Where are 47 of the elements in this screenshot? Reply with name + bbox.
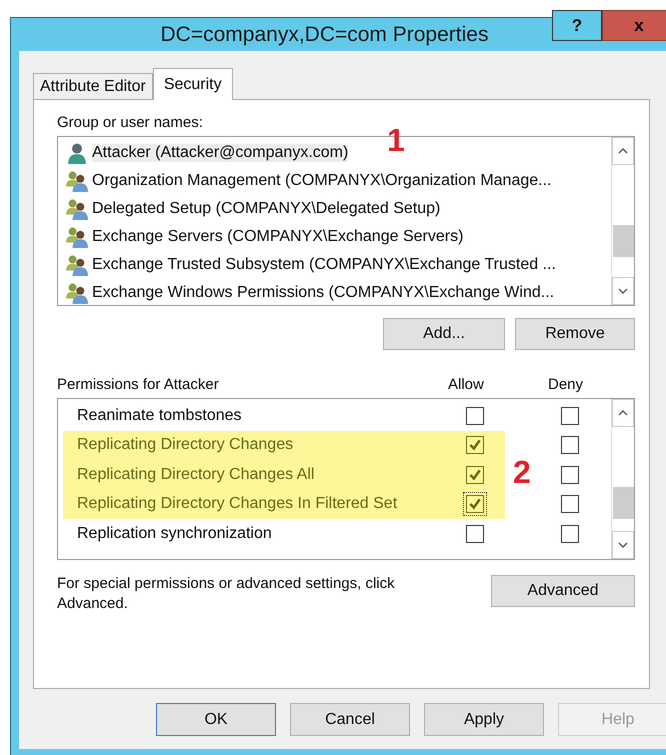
scrollbar-thumb[interactable] (613, 487, 634, 519)
help-button[interactable]: ? (552, 10, 602, 41)
permissions-label: Permissions for Attacker (57, 376, 220, 393)
add-button[interactable]: Add... (383, 318, 505, 350)
principal-item[interactable]: Delegated Setup (COMPANYX\Delegated Setup) (58, 195, 611, 223)
principal-item[interactable]: Organization Management (COMPANYX\Organization Manage... (58, 167, 611, 195)
annotation-number: 2 (513, 454, 531, 491)
checkmark-icon (468, 497, 482, 512)
advanced-hint: For special permissions or advanced settings, click Advanced. (57, 574, 396, 614)
principal-item[interactable]: Exchange Windows Permissions (COMPANYX\Exchange Wind... (58, 279, 611, 305)
dialog-button[interactable]: Cancel (290, 703, 410, 736)
tab[interactable]: Attribute Editor (33, 73, 153, 99)
checkmark-icon (468, 468, 482, 482)
deny-checkbox[interactable] (561, 466, 579, 484)
advanced-button[interactable]: Advanced (491, 575, 635, 607)
principal-item[interactable]: Exchange Trusted Subsystem (COMPANYX\Exchange Trusted ... (58, 251, 611, 279)
scrollbar-thumb[interactable] (613, 225, 634, 257)
permission-name: Replicating Directory Changes (76, 436, 294, 454)
annotation-number: 1 (387, 122, 405, 159)
principal-item[interactable]: Exchange Servers (COMPANYX\Exchange Servers) (58, 223, 611, 251)
deny-checkbox[interactable] (561, 436, 579, 454)
scrollbar[interactable] (611, 137, 634, 305)
close-button[interactable]: x (602, 10, 666, 41)
permission-name: Reanimate tombstones (76, 406, 243, 425)
users-icon (66, 198, 88, 220)
tab[interactable]: Security (152, 68, 233, 100)
users-icon (66, 254, 88, 276)
dialog-button[interactable]: Apply (424, 703, 544, 736)
users-icon (66, 226, 88, 248)
permission-name: Replication synchronization (76, 524, 273, 543)
allow-checkbox[interactable] (463, 492, 487, 516)
group-label: Group or user names: (57, 114, 204, 131)
column-header: Allow (448, 376, 485, 393)
column-header: Deny (548, 376, 584, 393)
scrollbar[interactable] (611, 399, 634, 559)
user-icon (66, 142, 88, 164)
window-title: DC=companyx,DC=com Properties (160, 22, 488, 46)
users-icon (66, 282, 88, 304)
permission-name: Replicating Directory Changes All (76, 466, 316, 484)
deny-checkbox[interactable] (561, 495, 579, 514)
users-icon (66, 170, 88, 192)
remove-button[interactable]: Remove (515, 318, 635, 350)
deny-checkbox[interactable] (561, 406, 579, 425)
permission-name: Replicating Directory Changes In Filtered Set (76, 495, 398, 514)
checkmark-icon (468, 438, 482, 452)
deny-checkbox[interactable] (561, 524, 579, 543)
dialog-button[interactable]: OK (156, 703, 276, 736)
